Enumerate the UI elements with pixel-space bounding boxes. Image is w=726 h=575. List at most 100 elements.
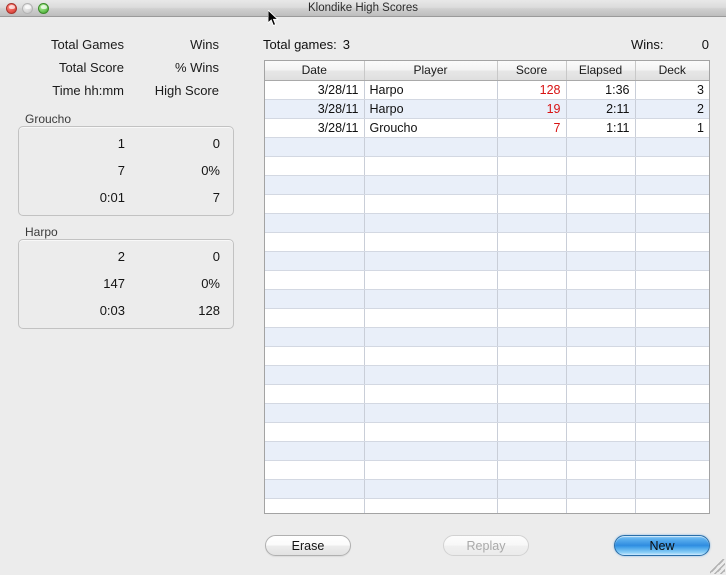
table-row[interactable] [265, 460, 709, 480]
cell-player [364, 346, 498, 366]
cell-player [364, 270, 498, 290]
replay-button[interactable]: Replay [443, 535, 529, 556]
cell-deck [635, 137, 709, 157]
table-row[interactable] [265, 194, 709, 214]
cell-elapsed [566, 327, 636, 347]
cell-player [364, 251, 498, 271]
resize-grip-icon[interactable] [710, 559, 725, 574]
window-title: Klondike High Scores [308, 2, 418, 14]
summary-bar: Total games: 3 Wins: 0 [263, 36, 709, 54]
table-row[interactable] [265, 422, 709, 442]
cell-date [265, 270, 365, 290]
table-row[interactable] [265, 479, 709, 499]
cell-player [364, 327, 498, 347]
cell-date [265, 365, 365, 385]
cell-deck: 3 [635, 80, 709, 100]
column-header-deck[interactable]: Deck [635, 61, 709, 81]
cell-deck [635, 403, 709, 423]
cell-player: Harpo [364, 80, 498, 100]
cell-date [265, 175, 365, 195]
groucho-total-games: 1 [117, 136, 125, 151]
player-stats-harpo: 2 0 147 0% 0:03 128 [18, 239, 234, 329]
cell-elapsed [566, 156, 636, 176]
cell-deck [635, 365, 709, 385]
cell-date: 3/28/11 [265, 99, 365, 119]
cell-player [364, 156, 498, 176]
harpo-percent-wins: 0% [201, 276, 220, 291]
legend-label-total-score: Total Score [58, 60, 124, 75]
erase-button[interactable]: Erase [265, 535, 351, 556]
table-row[interactable] [265, 346, 709, 366]
table-row[interactable] [265, 137, 709, 157]
table-row[interactable] [265, 441, 709, 461]
cell-elapsed [566, 441, 636, 461]
table-row[interactable] [265, 308, 709, 328]
group-title-harpo: Harpo [22, 226, 61, 239]
table-row[interactable] [265, 232, 709, 252]
stats-row: 0:03 128 [19, 297, 233, 324]
cell-date [265, 403, 365, 423]
table-row[interactable] [265, 327, 709, 347]
stats-row: 2 0 [19, 243, 233, 270]
cell-date [265, 422, 365, 442]
table-row[interactable] [265, 175, 709, 195]
legend-row: Total Score % Wins [0, 56, 240, 79]
column-header-date[interactable]: Date [265, 61, 365, 81]
legend-row: Total Games Wins [0, 33, 240, 56]
harpo-time: 0:03 [99, 303, 125, 318]
table-row[interactable] [265, 403, 709, 423]
cell-score [497, 460, 567, 480]
cell-player [364, 308, 498, 328]
legend-row: Time hh:mm High Score [0, 79, 240, 102]
high-scores-table-container[interactable]: Date Player Score Elapsed Deck 3/28/11 Ha… [264, 60, 710, 514]
cell-deck [635, 346, 709, 366]
high-scores-table: Date Player Score Elapsed Deck 3/28/11 Ha… [265, 61, 709, 513]
cell-date [265, 384, 365, 404]
total-games-value: 3 [342, 37, 350, 52]
column-header-player[interactable]: Player [364, 61, 498, 81]
table-row[interactable]: 3/28/11 Harpo 128 1:36 3 [265, 80, 709, 100]
cell-deck [635, 270, 709, 290]
table-row[interactable] [265, 365, 709, 385]
cell-date [265, 232, 365, 252]
cell-score [497, 156, 567, 176]
title-bar[interactable]: Klondike High Scores [0, 0, 726, 17]
legend-label-time: Time hh:mm [52, 83, 124, 98]
cell-score [497, 289, 567, 309]
cell-score: 19 [497, 99, 567, 119]
cell-deck [635, 213, 709, 233]
table-row[interactable] [265, 270, 709, 290]
mouse-cursor [268, 10, 279, 27]
cell-deck [635, 327, 709, 347]
table-row[interactable] [265, 498, 709, 513]
table-row[interactable] [265, 384, 709, 404]
new-button[interactable]: New [614, 535, 710, 556]
cell-player [364, 365, 498, 385]
cell-score [497, 251, 567, 271]
harpo-wins: 0 [212, 249, 220, 264]
cell-player [364, 441, 498, 461]
table-row[interactable] [265, 289, 709, 309]
table-row[interactable] [265, 156, 709, 176]
cell-elapsed [566, 346, 636, 366]
total-games-summary: Total games: 3 [263, 36, 350, 54]
cell-player [364, 289, 498, 309]
table-row[interactable]: 3/28/11 Groucho 7 1:11 1 [265, 118, 709, 138]
column-header-elapsed[interactable]: Elapsed [566, 61, 636, 81]
cell-player: Groucho [364, 118, 498, 138]
cell-deck [635, 384, 709, 404]
table-row[interactable] [265, 251, 709, 271]
cell-elapsed: 1:11 [566, 118, 636, 138]
cell-player [364, 384, 498, 404]
harpo-high-score: 128 [198, 303, 220, 318]
cell-elapsed [566, 384, 636, 404]
table-row[interactable] [265, 213, 709, 233]
cell-score [497, 403, 567, 423]
table-row[interactable]: 3/28/11 Harpo 19 2:11 2 [265, 99, 709, 119]
legend-label-wins: Wins [190, 37, 219, 52]
groucho-time: 0:01 [99, 190, 125, 205]
harpo-total-games: 2 [117, 249, 125, 264]
cell-elapsed: 1:36 [566, 80, 636, 100]
stats-row: 0:01 7 [19, 184, 233, 211]
column-header-score[interactable]: Score [497, 61, 567, 81]
